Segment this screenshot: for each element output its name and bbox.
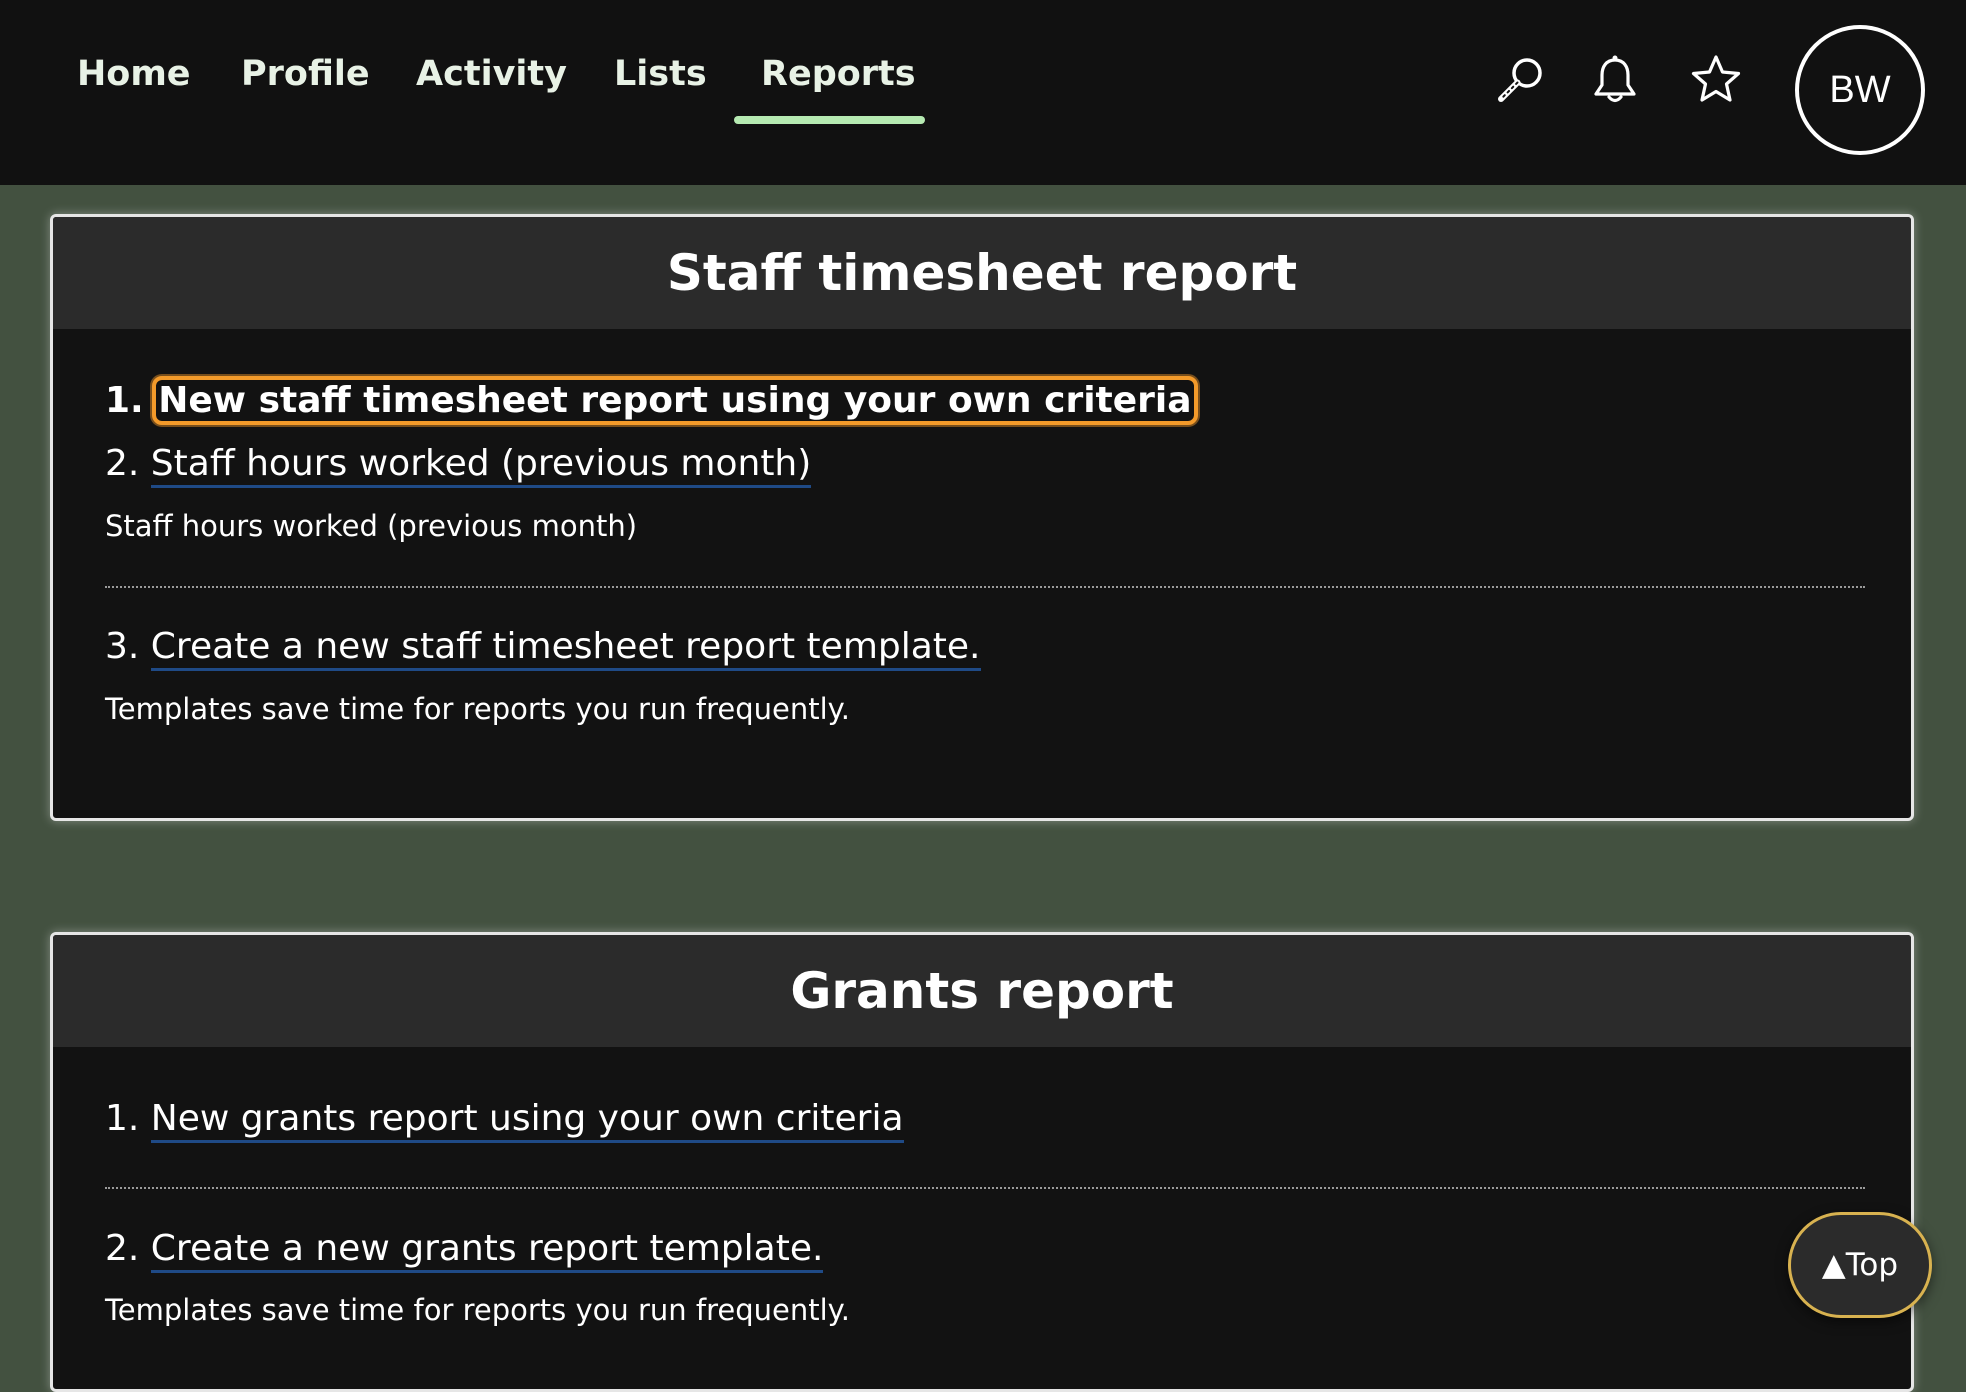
tab-lists[interactable]: Lists: [614, 54, 707, 94]
favorites-button[interactable]: [1688, 52, 1744, 108]
user-avatar[interactable]: BW: [1795, 25, 1925, 155]
new-staff-timesheet-report-link[interactable]: New staff timesheet report using your ow…: [152, 376, 1198, 425]
list-item: 1. New staff timesheet report using your…: [105, 376, 1198, 425]
new-grants-report-link[interactable]: New grants report using your own criteri…: [150, 1098, 904, 1143]
tab-home[interactable]: Home: [77, 54, 191, 94]
item-number: 2.: [105, 1228, 151, 1269]
star-icon: [1691, 55, 1741, 102]
panel-header: Staff timesheet report: [53, 217, 1911, 329]
panel-title: Staff timesheet report: [666, 244, 1298, 302]
item-description: Templates save time for reports you run …: [105, 692, 850, 726]
search-button[interactable]: [1493, 52, 1549, 108]
list-item: 2. Staff hours worked (previous month): [105, 443, 812, 488]
tab-reports[interactable]: Reports: [761, 54, 916, 94]
list-item: 2. Create a new grants report template.: [105, 1228, 824, 1273]
divider: [105, 586, 1865, 588]
divider: [105, 1187, 1865, 1189]
list-item: 1. New grants report using your own crit…: [105, 1098, 904, 1143]
item-number: 3.: [105, 626, 151, 667]
back-to-top-button[interactable]: ▲Top: [1788, 1212, 1932, 1318]
item-description: Templates save time for reports you run …: [105, 1293, 850, 1327]
list-item: 3. Create a new staff timesheet report t…: [105, 626, 981, 671]
item-number: 2.: [105, 443, 151, 484]
tab-activity[interactable]: Activity: [416, 54, 567, 94]
bell-icon: [1594, 55, 1636, 103]
panel-header: Grants report: [53, 935, 1911, 1047]
grants-report-panel: Grants report 1. New grants report using…: [50, 932, 1914, 1392]
staff-timesheet-report-panel: Staff timesheet report 1. New staff time…: [50, 214, 1914, 821]
active-tab-indicator: [734, 116, 925, 124]
top-nav-bar: Home Profile Activity Lists Reports BW: [0, 0, 1966, 185]
create-staff-template-link[interactable]: Create a new staff timesheet report temp…: [150, 626, 981, 671]
item-number: 1.: [105, 380, 157, 421]
item-number: 1.: [105, 1098, 151, 1139]
tab-profile[interactable]: Profile: [241, 54, 370, 94]
item-description: Staff hours worked (previous month): [105, 509, 638, 543]
staff-hours-worked-link[interactable]: Staff hours worked (previous month): [150, 443, 812, 488]
notifications-button[interactable]: [1587, 52, 1643, 108]
search-icon: [1498, 58, 1542, 102]
create-grants-template-link[interactable]: Create a new grants report template.: [150, 1228, 824, 1273]
panel-title: Grants report: [790, 962, 1174, 1020]
